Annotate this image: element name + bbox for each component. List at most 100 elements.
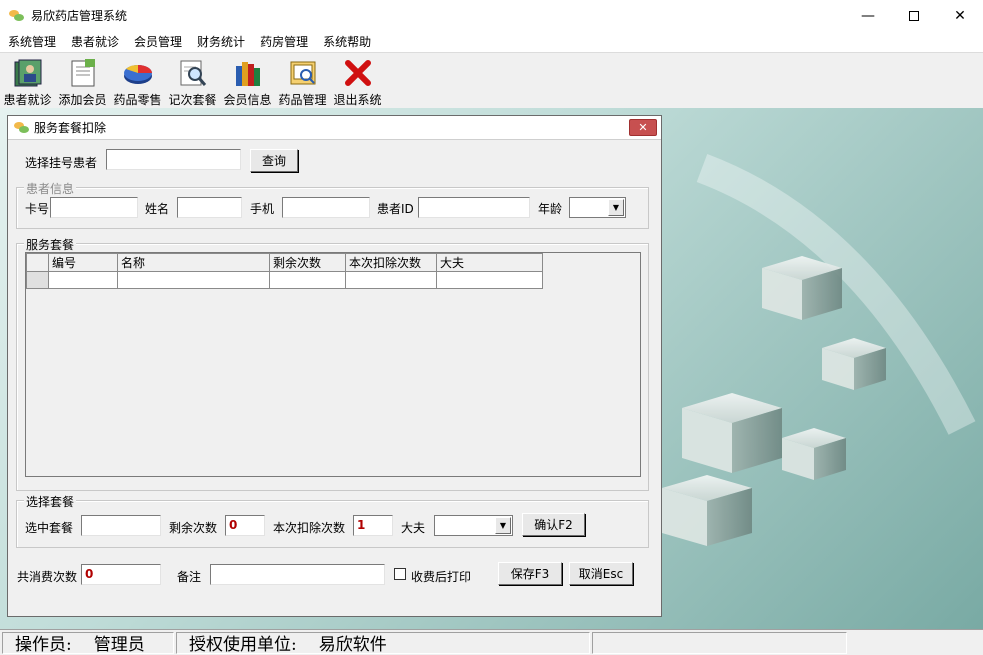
print-after-charge-checkbox[interactable] — [394, 568, 406, 580]
patient-info-title: 患者信息 — [24, 180, 76, 197]
operator-label: 操作员: — [15, 630, 72, 655]
toolbar-add-member-button[interactable]: 添加会员 — [55, 53, 110, 108]
row-header-cell[interactable] — [27, 272, 49, 289]
toolbar-label: 患者就诊 — [3, 91, 51, 108]
table-row[interactable] — [27, 272, 543, 289]
deduct-count-label: 本次扣除次数 — [273, 519, 345, 536]
licensee-status: 授权使用单位: 易欣软件 — [176, 632, 590, 654]
column-header[interactable]: 名称 — [118, 254, 270, 272]
name-input[interactable] — [177, 197, 242, 218]
menu-member[interactable]: 会员管理 — [126, 33, 189, 50]
toolbar-label: 药品零售 — [113, 91, 161, 108]
service-package-table[interactable]: 编号 名称 剩余次数 本次扣除次数 大夫 — [25, 252, 641, 477]
print-after-charge-label: 收费后打印 — [411, 568, 471, 585]
dialog-logo-icon — [14, 122, 30, 134]
select-package-title: 选择套餐 — [24, 493, 76, 510]
column-header[interactable]: 剩余次数 — [270, 254, 346, 272]
toolbar-package-button[interactable]: 记次套餐 — [165, 53, 220, 108]
licensee-label: 授权使用单位: — [189, 630, 297, 655]
patient-id-input[interactable] — [418, 197, 530, 218]
selected-package-label: 选中套餐 — [25, 519, 73, 536]
table-cell[interactable] — [49, 272, 118, 289]
toolbar-patient-button[interactable]: 患者就诊 — [0, 53, 55, 108]
table-cell[interactable] — [118, 272, 270, 289]
menu-patient[interactable]: 患者就诊 — [63, 33, 126, 50]
toolbar-label: 记次套餐 — [168, 91, 216, 108]
save-button[interactable]: 保存F3 — [498, 562, 562, 585]
title-bar: 易欣药店管理系统 — ✕ — [0, 0, 983, 31]
menu-system[interactable]: 系统管理 — [0, 33, 63, 50]
column-header[interactable]: 本次扣除次数 — [346, 254, 437, 272]
card-label: 卡号 — [25, 200, 49, 217]
deduct-count-input[interactable]: 1 — [353, 515, 393, 536]
status-bar: 操作员: 管理员 授权使用单位: 易欣软件 — [0, 629, 983, 655]
toolbar-label: 药品管理 — [278, 91, 326, 108]
app-logo-icon — [9, 10, 25, 22]
query-button[interactable]: 查询 — [250, 149, 298, 172]
chevron-down-icon[interactable]: ▼ — [495, 517, 511, 534]
maximize-icon[interactable] — [891, 0, 937, 31]
dialog-title-bar: 服务套餐扣除 ✕ — [8, 116, 661, 140]
toolbar-exit-button[interactable]: 退出系统 — [330, 53, 385, 108]
dialog-title: 服务套餐扣除 — [34, 119, 106, 136]
column-header[interactable]: 大夫 — [437, 254, 543, 272]
minimize-icon[interactable]: — — [845, 0, 891, 31]
confirm-button[interactable]: 确认F2 — [522, 513, 585, 536]
toolbar: 患者就诊 添加会员 药品零售 记次套餐 会员信息 药品管理 退出系统 — [0, 52, 983, 108]
red-x-icon — [342, 57, 374, 89]
window-controls: — ✕ — [845, 0, 983, 31]
total-count-input[interactable]: 0 — [81, 564, 161, 585]
magnifier-icon — [177, 57, 209, 89]
dialog-close-icon[interactable]: ✕ — [629, 119, 657, 136]
doctor-select[interactable]: ▼ — [434, 515, 513, 536]
card-input[interactable] — [50, 197, 138, 218]
service-package-dialog: 服务套餐扣除 ✕ 选择挂号患者 查询 患者信息 卡号 姓名 手机 患者ID 年龄… — [7, 115, 662, 617]
remark-label: 备注 — [177, 568, 201, 585]
picture-icon — [287, 57, 319, 89]
doctor-label: 大夫 — [401, 519, 425, 536]
remaining-count-input[interactable]: 0 — [225, 515, 265, 536]
menu-pharmacy[interactable]: 药房管理 — [252, 33, 315, 50]
total-count-label: 共消费次数 — [17, 568, 77, 585]
toolbar-drug-mgmt-button[interactable]: 药品管理 — [275, 53, 330, 108]
close-icon[interactable]: ✕ — [937, 0, 983, 31]
patient-id-label: 患者ID — [377, 200, 414, 217]
cancel-button[interactable]: 取消Esc — [569, 562, 633, 585]
books-icon — [232, 57, 264, 89]
patient-icon — [12, 57, 44, 89]
phone-input[interactable] — [282, 197, 370, 218]
menu-bar: 系统管理 患者就诊 会员管理 财务统计 药房管理 系统帮助 — [0, 31, 983, 51]
select-patient-input[interactable] — [106, 149, 241, 170]
remaining-count-label: 剩余次数 — [169, 519, 217, 536]
remark-input[interactable] — [210, 564, 385, 585]
background-cubes-image — [662, 108, 983, 629]
table-cell[interactable] — [437, 272, 543, 289]
table-cell[interactable] — [346, 272, 437, 289]
status-empty-cell — [592, 632, 847, 654]
table-header-row: 编号 名称 剩余次数 本次扣除次数 大夫 — [27, 254, 543, 272]
select-patient-label: 选择挂号患者 — [25, 154, 97, 171]
operator-status: 操作员: 管理员 — [2, 632, 174, 654]
menu-finance[interactable]: 财务统计 — [189, 33, 252, 50]
toolbar-label: 添加会员 — [58, 91, 106, 108]
toolbar-label: 退出系统 — [333, 91, 381, 108]
toolbar-member-info-button[interactable]: 会员信息 — [220, 53, 275, 108]
phone-label: 手机 — [250, 200, 274, 217]
selected-package-input[interactable] — [81, 515, 161, 536]
add-member-icon — [67, 57, 99, 89]
toolbar-retail-button[interactable]: 药品零售 — [110, 53, 165, 108]
age-select[interactable]: ▼ — [569, 197, 626, 218]
name-label: 姓名 — [145, 200, 169, 217]
pie-chart-icon — [122, 57, 154, 89]
menu-help[interactable]: 系统帮助 — [315, 33, 378, 50]
table-cell[interactable] — [270, 272, 346, 289]
window-title: 易欣药店管理系统 — [31, 7, 127, 24]
licensee-value: 易欣软件 — [319, 630, 387, 655]
column-header[interactable]: 编号 — [49, 254, 118, 272]
operator-value: 管理员 — [94, 630, 145, 655]
service-package-title: 服务套餐 — [24, 236, 76, 253]
toolbar-label: 会员信息 — [223, 91, 271, 108]
row-header-corner — [27, 254, 49, 272]
chevron-down-icon[interactable]: ▼ — [608, 199, 624, 216]
age-label: 年龄 — [538, 200, 562, 217]
